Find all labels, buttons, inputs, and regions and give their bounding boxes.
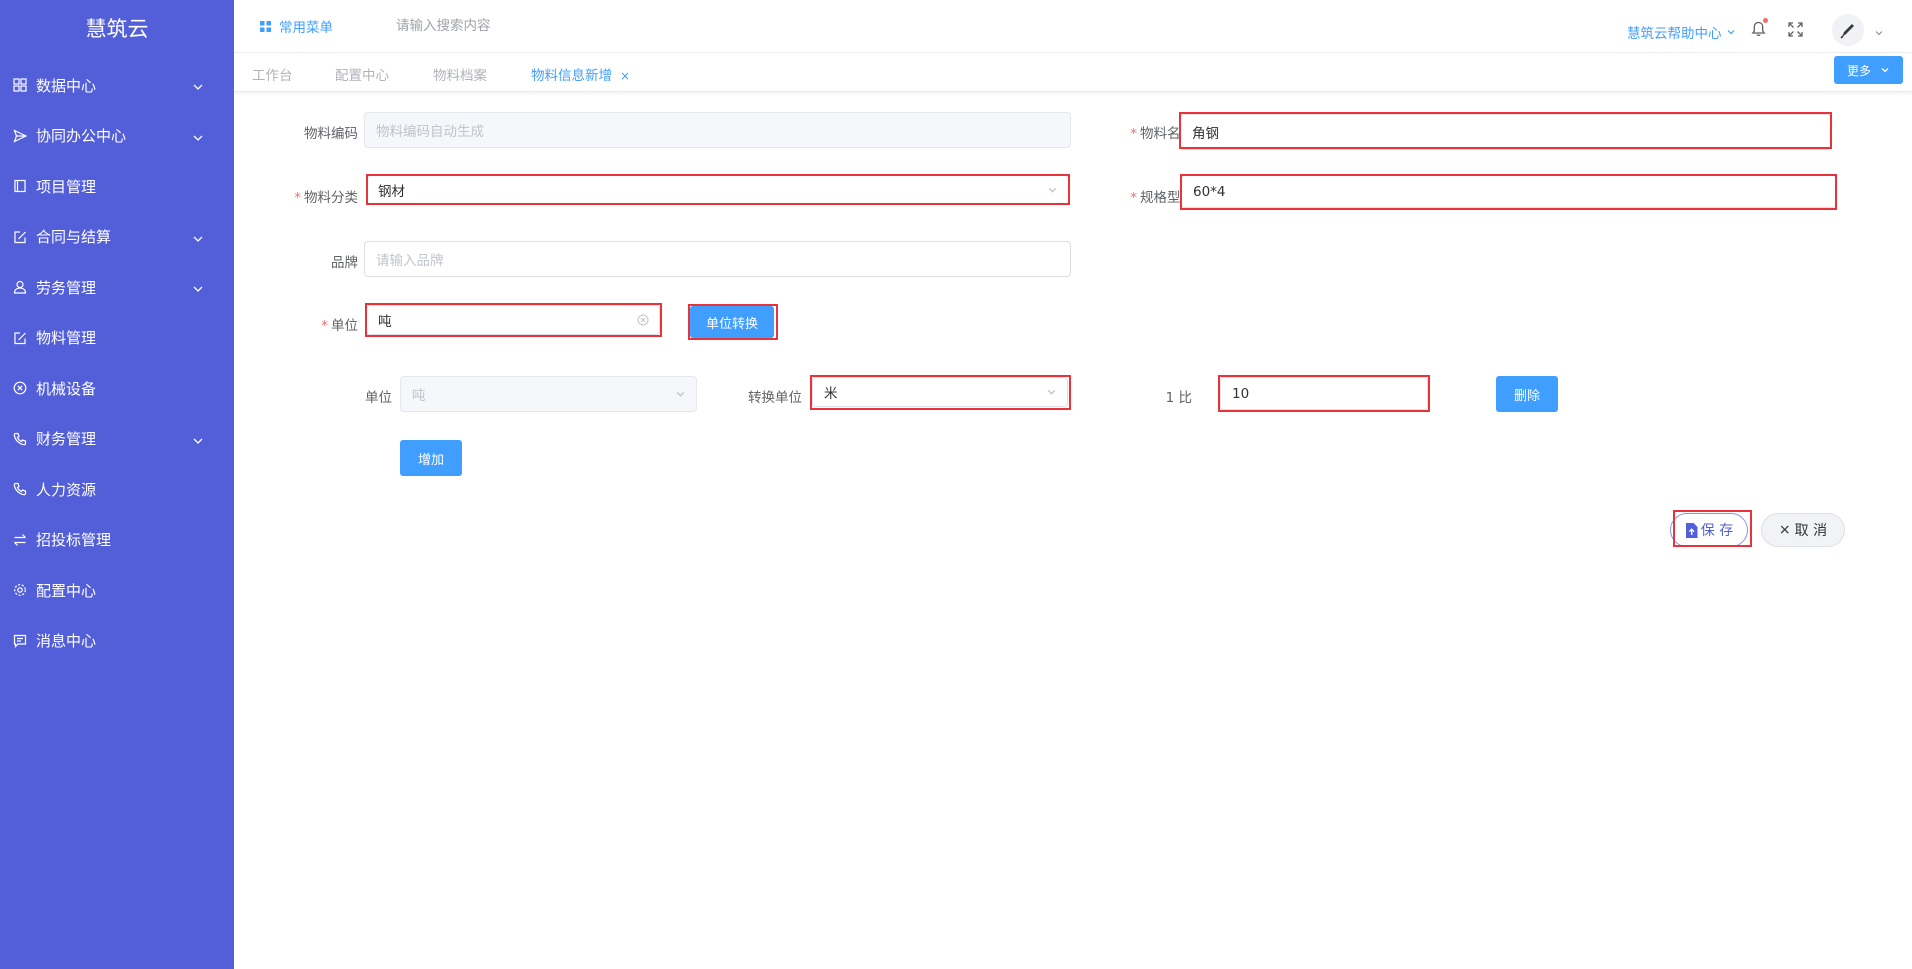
sidebar-item[interactable]: 项目管理 [0, 161, 234, 212]
highlight-box [366, 174, 1070, 205]
main-panel: 常用菜单 慧筑云帮助中心 工作台 配置中心 物料档案 物料信息新增 × [234, 0, 1912, 969]
sidebar-item[interactable]: 协同办公中心 [0, 111, 234, 162]
circle-x-icon [13, 381, 27, 395]
tab-material-archive[interactable]: 物料档案 [433, 64, 487, 84]
sidebar-item-label: 配置中心 [36, 581, 97, 600]
sidebar-item[interactable]: 招投标管理 [0, 515, 234, 566]
highlight-box [688, 304, 778, 340]
chevron-down-icon [1881, 68, 1889, 73]
conversion-unit-value: 吨 [412, 388, 426, 404]
tab-bar: 工作台 配置中心 物料档案 物料信息新增 × 更多 [234, 52, 1912, 92]
sidebar-item[interactable]: 劳务管理 [0, 262, 234, 313]
cancel-label: 取 消 [1794, 523, 1828, 539]
search-input[interactable] [396, 15, 636, 37]
sidebar-item-label: 招投标管理 [36, 531, 112, 550]
add-button[interactable]: 增加 [400, 440, 462, 476]
brand-label: 品牌 [331, 255, 358, 271]
unit-label: * 单位 [321, 318, 358, 334]
sidebar-item-label: 数据中心 [36, 76, 97, 95]
sidebar-item-label: 物料管理 [36, 329, 97, 348]
sidebar-item-label: 协同办公中心 [36, 127, 127, 146]
fullscreen-icon[interactable] [1788, 22, 1803, 41]
highlight-box [1180, 174, 1837, 210]
highlight-box [1673, 510, 1752, 547]
material-category-label: * 物料分类 [294, 190, 358, 206]
bell-icon[interactable] [1751, 18, 1768, 41]
tab-label: 物料信息新增 [531, 68, 612, 84]
target-unit-label: 转换单位 [748, 390, 802, 406]
brand-input[interactable]: 请输入品牌 [364, 241, 1071, 277]
exchange-icon [13, 533, 27, 547]
close-icon: × [1778, 522, 1791, 538]
sidebar-item[interactable]: 消息中心 [0, 616, 234, 667]
material-code-input: 物料编码自动生成 [364, 112, 1071, 148]
edit-icon [13, 331, 27, 345]
sidebar-item[interactable]: 数据中心 [0, 60, 234, 111]
sidebar-item-label: 机械设备 [36, 379, 97, 398]
grid-icon [13, 78, 27, 92]
sidebar: 慧筑云 数据中心协同办公中心 项目管理合同与结算劳务管理物料管理机械设备财务管理人… [0, 0, 234, 969]
gear-icon [13, 583, 27, 597]
highlight-box [365, 303, 662, 337]
sidebar-item-label: 人力资源 [36, 480, 97, 499]
sidebar-item-label: 合同与结算 [36, 228, 112, 247]
book-icon [13, 179, 27, 193]
tab-label: 配置中心 [335, 68, 389, 84]
tab-label: 物料档案 [433, 68, 487, 84]
cancel-button[interactable]: × 取 消 [1761, 513, 1845, 547]
sidebar-item[interactable]: 物料管理 [0, 313, 234, 364]
pen-icon [1840, 24, 1854, 39]
user-icon [13, 280, 27, 294]
conversion-unit-select: 吨 [400, 376, 697, 412]
tab-workbench[interactable]: 工作台 [252, 64, 293, 84]
conversion-unit-label: 单位 [365, 390, 392, 406]
chevron-down-icon[interactable] [1874, 26, 1884, 42]
favorites-label: 常用菜单 [279, 20, 333, 36]
edit-icon [13, 230, 27, 244]
ratio-label: 1 比 [1165, 390, 1192, 406]
top-bar: 常用菜单 慧筑云帮助中心 [234, 0, 1912, 52]
sidebar-nav: 数据中心协同办公中心 项目管理合同与结算劳务管理物料管理机械设备财务管理人力资源招… [0, 60, 234, 666]
chevron-down-icon [192, 79, 204, 97]
phone-icon [13, 432, 27, 446]
apps-icon [260, 20, 271, 32]
tab-material-add[interactable]: 物料信息新增 × [531, 64, 630, 84]
notification-dot [1763, 18, 1768, 23]
sidebar-item-label: 项目管理 [36, 177, 97, 196]
message-icon [13, 634, 27, 648]
delete-button[interactable]: 删除 [1496, 376, 1558, 412]
chevron-down-icon [192, 281, 204, 299]
material-code-label: 物料编码 [304, 126, 358, 142]
phone-icon [13, 482, 27, 496]
chevron-down-icon [1727, 30, 1734, 35]
app-logo: 慧筑云 [85, 17, 149, 41]
tab-label: 工作台 [252, 68, 293, 84]
send-icon [13, 129, 27, 143]
chevron-down-icon [192, 231, 204, 249]
help-center-label: 慧筑云帮助中心 [1627, 26, 1722, 42]
sidebar-item-label: 劳务管理 [36, 278, 97, 297]
help-center-link[interactable]: 慧筑云帮助中心 [1627, 22, 1736, 42]
highlight-box [810, 375, 1071, 410]
close-icon[interactable]: × [620, 69, 630, 83]
sidebar-item[interactable]: 配置中心 [0, 565, 234, 616]
more-button[interactable]: 更多 [1834, 56, 1903, 84]
sidebar-item-label: 财务管理 [36, 430, 97, 449]
sidebar-item-label: 消息中心 [36, 632, 97, 651]
sidebar-item[interactable]: 合同与结算 [0, 212, 234, 263]
tab-config-center[interactable]: 配置中心 [335, 64, 389, 84]
highlight-box [1179, 112, 1832, 149]
chevron-down-icon [192, 130, 204, 148]
more-label: 更多 [1846, 63, 1871, 78]
sidebar-item[interactable]: 人力资源 [0, 464, 234, 515]
sidebar-item[interactable]: 财务管理 [0, 414, 234, 465]
avatar[interactable] [1832, 14, 1864, 46]
sidebar-item[interactable]: 机械设备 [0, 363, 234, 414]
chevron-down-icon [192, 433, 204, 451]
favorites-menu[interactable]: 常用菜单 [260, 16, 333, 36]
highlight-box [1218, 375, 1430, 412]
chevron-down-icon [676, 391, 685, 397]
